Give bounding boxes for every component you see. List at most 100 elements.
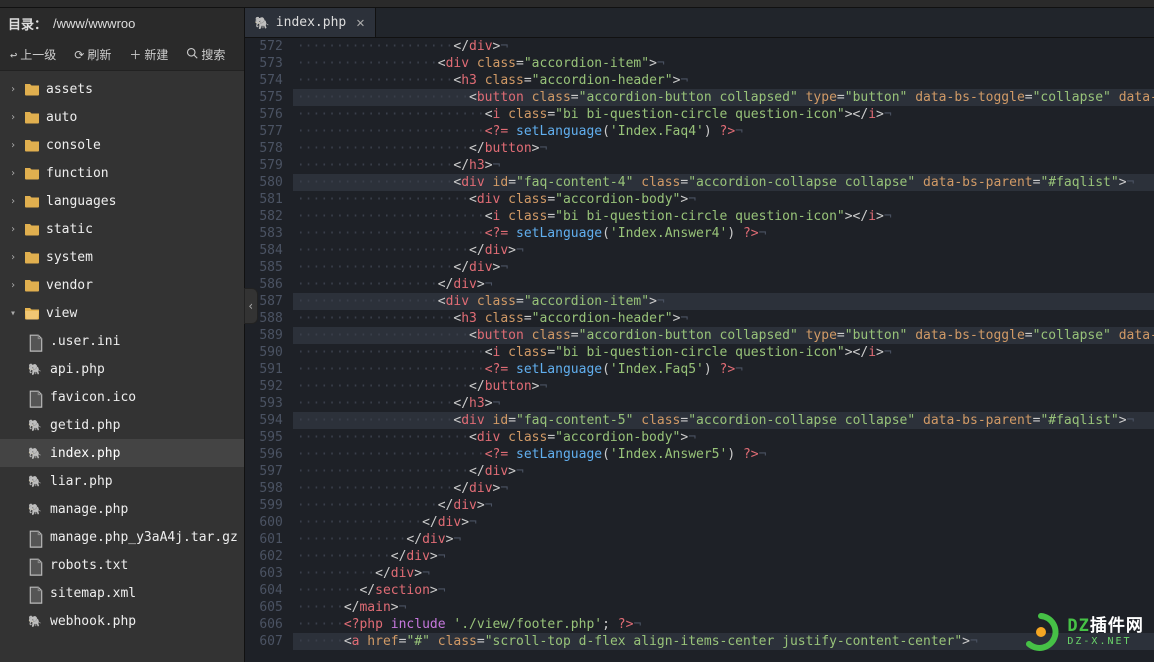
- code-line[interactable]: 590························<i class="bi …: [245, 344, 1154, 361]
- elephant-icon: 🐘: [255, 16, 270, 30]
- line-number: 604: [245, 582, 293, 599]
- line-number: 607: [245, 633, 293, 650]
- code-line[interactable]: 577························<?= setLangua…: [245, 123, 1154, 140]
- code-line[interactable]: 598····················</div>¬: [245, 480, 1154, 497]
- new-button[interactable]: ＋ 新建: [125, 43, 172, 66]
- file-item-getid-php[interactable]: 🐘getid.php: [0, 411, 244, 439]
- folder-label: function: [46, 166, 109, 181]
- up-label: 上一级: [20, 46, 56, 63]
- code-line[interactable]: 607······<a href="#" class="scroll-top d…: [245, 633, 1154, 650]
- code-line[interactable]: 597······················</div>¬: [245, 463, 1154, 480]
- folder-item-vendor[interactable]: › vendor: [0, 271, 244, 299]
- line-number: 584: [245, 242, 293, 259]
- file-icon: [28, 530, 44, 544]
- file-item-manage-php[interactable]: 🐘manage.php: [0, 495, 244, 523]
- folder-item-languages[interactable]: ›languages: [0, 187, 244, 215]
- folder-item-system[interactable]: ›system: [0, 243, 244, 271]
- code-line[interactable]: 589······················<button class="…: [245, 327, 1154, 344]
- file-item-manage-php-y3aA4j-tar-gz[interactable]: manage.php_y3aA4j.tar.gz: [0, 523, 244, 551]
- code-line[interactable]: 596························<?= setLangua…: [245, 446, 1154, 463]
- code-line[interactable]: 604········</section>¬: [245, 582, 1154, 599]
- code-line[interactable]: 606······<?php include './view/footer.ph…: [245, 616, 1154, 633]
- file-toolbar: ↩ 上一级 ⟳ 刷新 ＋ 新建 搜索: [0, 39, 244, 71]
- folder-label: view: [46, 306, 77, 321]
- file-item-robots-txt[interactable]: robots.txt: [0, 551, 244, 579]
- line-number: 606: [245, 616, 293, 633]
- code-line[interactable]: 603··········</div>¬: [245, 565, 1154, 582]
- code-line[interactable]: 584······················</div>¬: [245, 242, 1154, 259]
- file-item-sitemap-xml[interactable]: sitemap.xml: [0, 579, 244, 607]
- elephant-icon: 🐘: [28, 502, 44, 516]
- code-line[interactable]: 601··············</div>¬: [245, 531, 1154, 548]
- code-content: ····················</div>¬: [293, 38, 1154, 55]
- search-button[interactable]: 搜索: [182, 43, 229, 66]
- code-line[interactable]: 600················</div>¬: [245, 514, 1154, 531]
- code-content: ······················<div class="accord…: [293, 191, 1154, 208]
- file-item-index-php[interactable]: 🐘index.php: [0, 439, 244, 467]
- code-line[interactable]: 587··················<div class="accordi…: [245, 293, 1154, 310]
- code-content: ··················</div>¬: [293, 497, 1154, 514]
- folder-icon: [24, 110, 40, 124]
- folder-label: static: [46, 222, 93, 237]
- code-line[interactable]: 575······················<button class="…: [245, 89, 1154, 106]
- code-line[interactable]: 599··················</div>¬: [245, 497, 1154, 514]
- file-item-webhook-php[interactable]: 🐘webhook.php: [0, 607, 244, 635]
- code-line[interactable]: 605······</main>¬: [245, 599, 1154, 616]
- code-content: ······················</div>¬: [293, 463, 1154, 480]
- code-line[interactable]: 573··················<div class="accordi…: [245, 55, 1154, 72]
- code-line[interactable]: 595······················<div class="acc…: [245, 429, 1154, 446]
- code-line[interactable]: 576························<i class="bi …: [245, 106, 1154, 123]
- file-item--user-ini[interactable]: .user.ini: [0, 327, 244, 355]
- line-number: 574: [245, 72, 293, 89]
- close-icon[interactable]: ✕: [356, 15, 364, 31]
- editor-pane: ‹ 🐘 index.php ✕ 572····················<…: [245, 8, 1154, 662]
- tab-filename: index.php: [276, 15, 346, 30]
- code-line[interactable]: 580····················<div id="faq-cont…: [245, 174, 1154, 191]
- line-number: 600: [245, 514, 293, 531]
- folder-icon: [24, 306, 40, 320]
- code-line[interactable]: 588····················<h3 class="accord…: [245, 310, 1154, 327]
- code-line[interactable]: 572····················</div>¬: [245, 38, 1154, 55]
- code-line[interactable]: 579····················</h3>¬: [245, 157, 1154, 174]
- code-content: ························<i class="bi bi-…: [293, 208, 1154, 225]
- file-icon: [28, 390, 44, 404]
- chevron-right-icon: ›: [10, 280, 22, 291]
- code-line[interactable]: 585····················</div>¬: [245, 259, 1154, 276]
- code-content: ······<?php include './view/footer.php';…: [293, 616, 1154, 633]
- sidebar-collapse-handle[interactable]: ‹: [244, 288, 258, 324]
- folder-label: vendor: [46, 278, 93, 293]
- folder-item-auto[interactable]: ›auto: [0, 103, 244, 131]
- folder-item-static[interactable]: ›static: [0, 215, 244, 243]
- file-item-favicon-ico[interactable]: favicon.ico: [0, 383, 244, 411]
- code-line[interactable]: 581······················<div class="acc…: [245, 191, 1154, 208]
- refresh-label: 刷新: [87, 46, 111, 63]
- tab-index-php[interactable]: 🐘 index.php ✕: [245, 8, 376, 37]
- folder-item-function[interactable]: ›function: [0, 159, 244, 187]
- code-line[interactable]: 574····················<h3 class="accord…: [245, 72, 1154, 89]
- code-line[interactable]: 578······················</button>¬: [245, 140, 1154, 157]
- file-tree[interactable]: ›assets›auto›console›function›languages›…: [0, 71, 244, 662]
- code-content: ············</div>¬: [293, 548, 1154, 565]
- file-item-api-php[interactable]: 🐘api.php: [0, 355, 244, 383]
- line-number: 581: [245, 191, 293, 208]
- path-input[interactable]: [49, 14, 236, 33]
- refresh-button[interactable]: ⟳ 刷新: [70, 43, 115, 66]
- code-line[interactable]: 594····················<div id="faq-cont…: [245, 412, 1154, 429]
- code-editor[interactable]: 572····················</div>¬573·······…: [245, 38, 1154, 662]
- code-line[interactable]: 591························<?= setLangua…: [245, 361, 1154, 378]
- up-button[interactable]: ↩ 上一级: [6, 43, 60, 66]
- folder-item-assets[interactable]: ›assets: [0, 75, 244, 103]
- code-line[interactable]: 586··················</div>¬: [245, 276, 1154, 293]
- folder-item-console[interactable]: ›console: [0, 131, 244, 159]
- code-line[interactable]: 602············</div>¬: [245, 548, 1154, 565]
- code-line[interactable]: 592······················</button>¬: [245, 378, 1154, 395]
- code-line[interactable]: 583························<?= setLangua…: [245, 225, 1154, 242]
- code-line[interactable]: 593····················</h3>¬: [245, 395, 1154, 412]
- code-content: ··················<div class="accordion-…: [293, 293, 1154, 310]
- code-line[interactable]: 582························<i class="bi …: [245, 208, 1154, 225]
- file-item-liar-php[interactable]: 🐘liar.php: [0, 467, 244, 495]
- file-label: webhook.php: [50, 614, 136, 629]
- line-number: 577: [245, 123, 293, 140]
- line-number: 583: [245, 225, 293, 242]
- folder-item-view[interactable]: ▾view: [0, 299, 244, 327]
